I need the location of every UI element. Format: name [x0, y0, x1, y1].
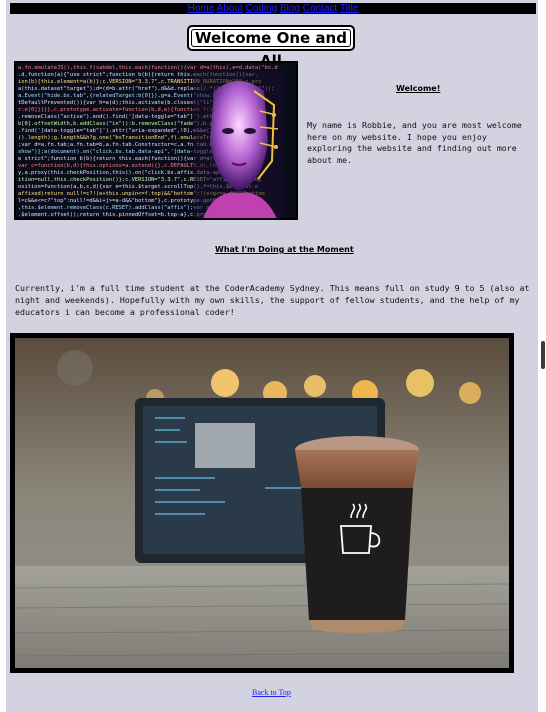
code-face-image: a.fn.emulateJS(),this.f(sabdel,this.each…: [14, 61, 298, 220]
page-title-box: Welcome One and All: [187, 25, 355, 70]
coffee-laptop-image-icon: [15, 338, 509, 668]
nav-link-about[interactable]: About: [217, 3, 243, 14]
doing-heading: What I'm Doing at the Moment: [215, 245, 354, 254]
robot-face-icon: [194, 71, 284, 218]
back-to-top-link[interactable]: Back to Top: [252, 688, 291, 697]
scrollbar-thumb[interactable]: [541, 341, 545, 369]
welcome-paragraph: My name is Robbie, and you are most welc…: [307, 120, 522, 165]
nav-bar: Home About Coding Blog Contact Title: [10, 3, 536, 14]
doing-paragraph: Currently, i'm a full time student at th…: [15, 283, 530, 317]
nav-link-home[interactable]: Home: [188, 3, 215, 14]
nav-link-title[interactable]: Title: [340, 3, 359, 14]
nav-link-blog[interactable]: Blog: [280, 3, 300, 14]
welcome-heading: Welcome!: [396, 84, 441, 93]
nav-link-coding[interactable]: Coding: [245, 3, 277, 14]
coffee-laptop-photo: [10, 333, 514, 673]
nav-link-contact[interactable]: Contact: [303, 3, 337, 14]
